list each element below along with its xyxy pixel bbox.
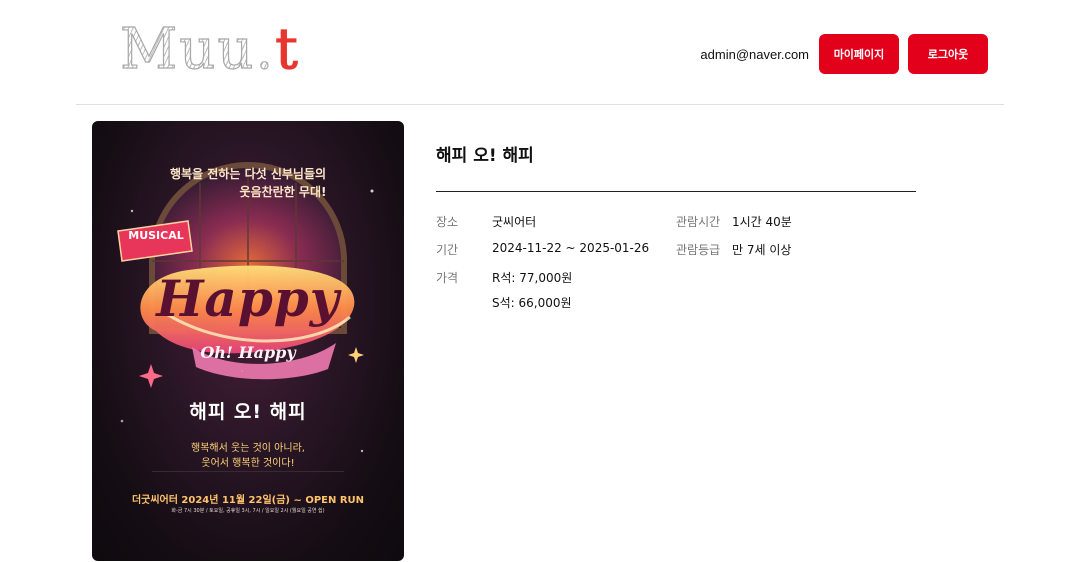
show-detail: 해피 오! 해피 <box>436 140 916 172</box>
logout-button[interactable]: 로그아웃 <box>908 34 988 74</box>
header-actions: admin@naver.com 마이페이지 로그아웃 <box>700 34 988 74</box>
runtime-label: 관람시간 <box>676 215 721 229</box>
mypage-button[interactable]: 마이페이지 <box>819 34 899 74</box>
poster-korean-title: 해피 오! 해피 <box>189 401 307 423</box>
show-title: 해피 오! 해피 <box>436 146 534 166</box>
poster-tagline-2: 웃음찬란한 무대! <box>239 185 327 199</box>
venue-value: 굿씨어터 <box>492 215 537 229</box>
site-header: Muu.t admin@naver.com 마이페이지 로그아웃 <box>0 0 1069 104</box>
venue-label: 장소 <box>436 215 459 229</box>
poster-tagline-1: 행복을 전하는 다섯 신부님들의 <box>169 167 327 181</box>
poster-subtitle-art: Oh! Happy <box>200 343 296 362</box>
poster-schedule: 화-금 7시 30분 / 토요일, 공휴일 3시, 7시 / 일요일 2시 (월… <box>171 508 325 514</box>
period-label: 기간 <box>436 243 459 257</box>
user-email: admin@naver.com <box>700 46 809 62</box>
runtime-value: 1시간 40분 <box>732 215 792 229</box>
poster-quote-1: 행복해서 웃는 것이 아니라, <box>191 443 305 454</box>
site-logo[interactable]: Muu.t <box>119 17 300 82</box>
rating-value: 만 7세 이상 <box>732 243 792 257</box>
price-label: 가격 <box>436 271 459 285</box>
header-divider <box>76 104 1004 105</box>
period-value: 2024-11-22 ~ 2025-01-26 <box>492 241 650 255</box>
price-s-seat: S석: 66,000원 <box>492 296 572 310</box>
poster-run-info: 더굿씨어터 2024년 11월 22일(금) ~ OPEN RUN <box>131 495 365 506</box>
logo-text: Muu.t <box>119 17 300 82</box>
title-divider <box>436 191 916 192</box>
price-r-seat: R석: 77,000원 <box>492 271 573 285</box>
poster-quote-2: 웃어서 행복한 것이다! <box>201 458 295 469</box>
logo-accent: t <box>275 17 300 82</box>
show-poster: 행복을 전하는 다섯 신부님들의 웃음찬란한 무대! MUSICAL Happy… <box>92 121 404 561</box>
poster-badge: MUSICAL <box>128 229 184 242</box>
rating-label: 관람등급 <box>676 243 721 257</box>
poster-title-art: Happy <box>156 269 340 328</box>
